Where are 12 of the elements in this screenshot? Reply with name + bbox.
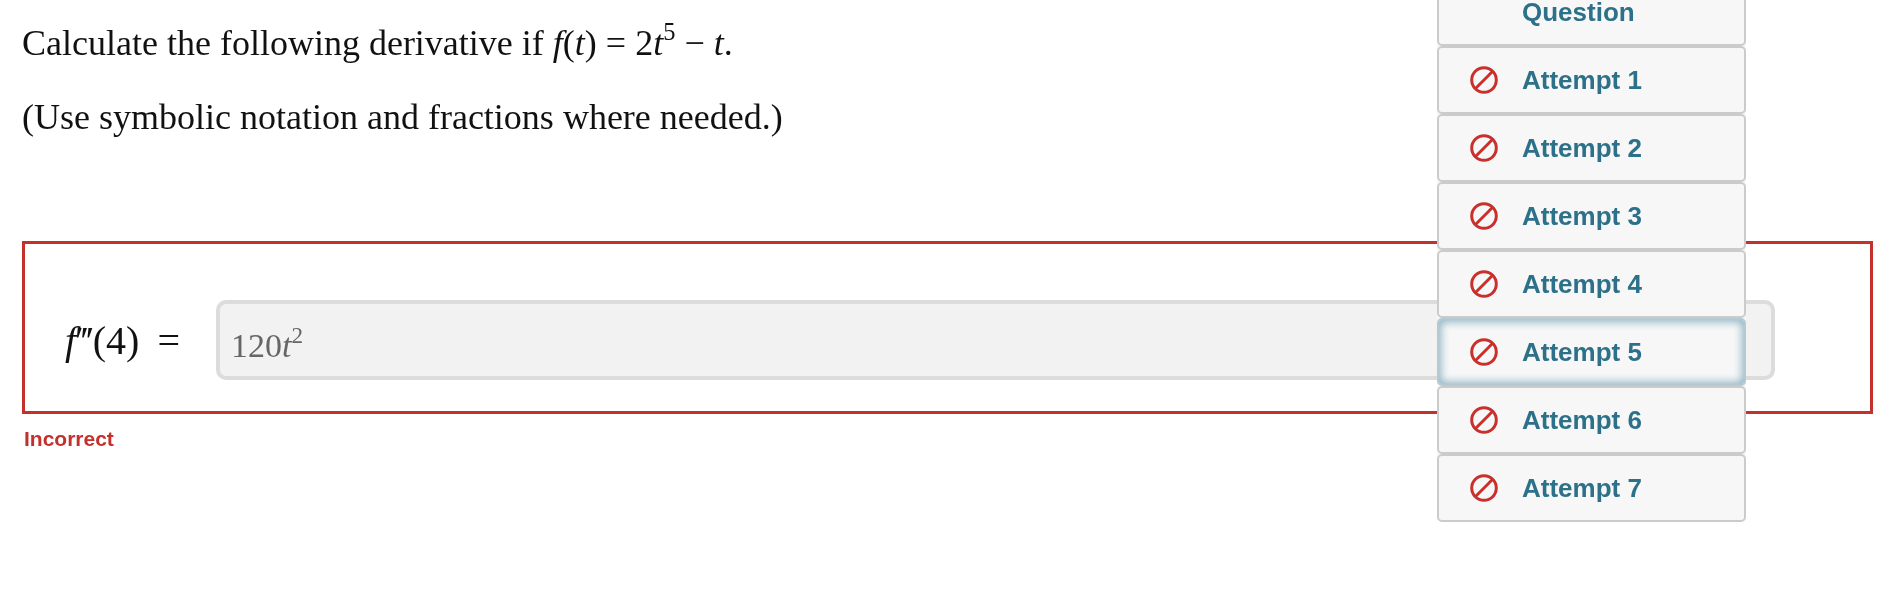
answer-label: f‴(4) =: [65, 316, 180, 364]
instruction-text: (Use symbolic notation and fractions where needed.): [22, 96, 783, 138]
menu-item[interactable]: Question: [1437, 0, 1746, 46]
menu-item[interactable]: Attempt 5: [1437, 318, 1746, 386]
menu-item[interactable]: Attempt 6: [1437, 386, 1746, 454]
menu-item[interactable]: Attempt 7: [1437, 454, 1746, 522]
menu-item[interactable]: Attempt 4: [1437, 250, 1746, 318]
feedback-text: Incorrect: [24, 426, 114, 452]
menu-item[interactable]: Attempt 2: [1437, 114, 1746, 182]
menu-item[interactable]: Attempt 3: [1437, 182, 1746, 250]
menu-item[interactable]: Attempt 1: [1437, 46, 1746, 114]
question-text: Calculate the following derivative if f(t) = 2t$^{5}$ − t.: [22, 22, 733, 64]
